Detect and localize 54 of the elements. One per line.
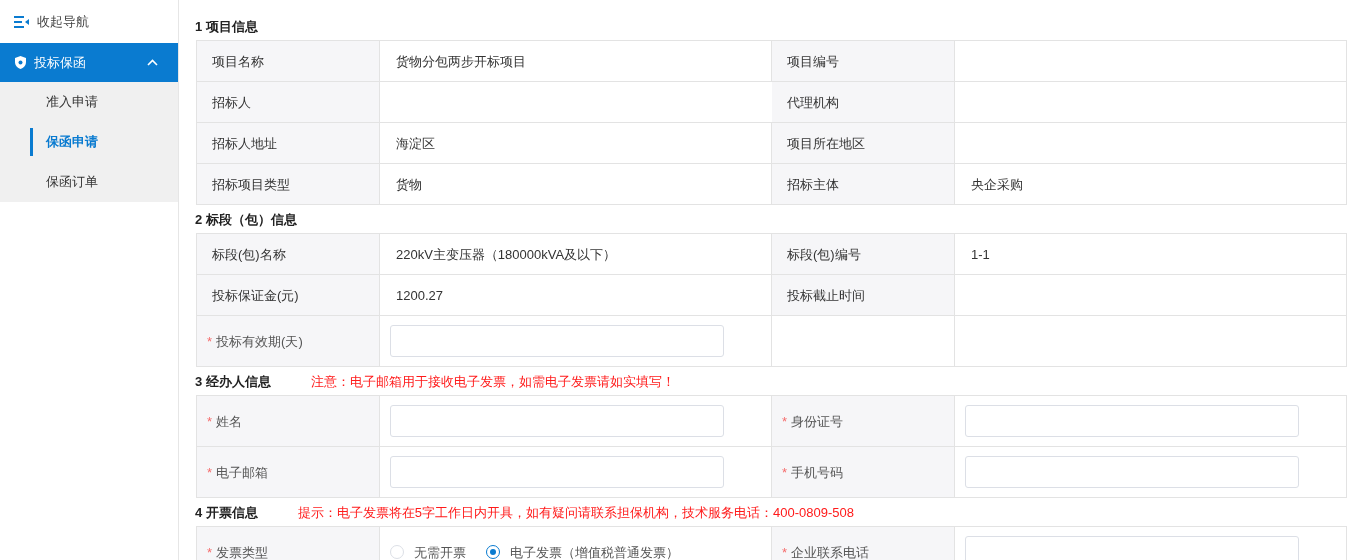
nav-group-header[interactable]: 投标保函 bbox=[0, 43, 178, 82]
field-label: 项目编号 bbox=[786, 53, 839, 69]
section-title: 1 项目信息 bbox=[195, 18, 258, 34]
field-label: 投标有效期(天) bbox=[216, 333, 303, 349]
field-label: 标段(包)编号 bbox=[786, 246, 861, 262]
required-asterisk: * bbox=[207, 544, 213, 560]
field-label: 手机号码 bbox=[791, 464, 844, 480]
collapse-nav-label[interactable]: 收起导航 bbox=[37, 11, 89, 32]
input-field[interactable] bbox=[965, 456, 1299, 488]
required-asterisk: * bbox=[782, 544, 788, 560]
nav-item[interactable]: 保函申请 bbox=[30, 128, 98, 156]
field-value: 货物分包两步开标项目 bbox=[396, 53, 526, 69]
input-field[interactable] bbox=[965, 536, 1299, 560]
field-label: 招标人地址 bbox=[211, 135, 277, 151]
field-label: 招标项目类型 bbox=[211, 176, 290, 192]
notice-text: 注意：电子邮箱用于接收电子发票，如需电子发票请如实填写！ bbox=[310, 373, 675, 389]
field-value: 海淀区 bbox=[396, 135, 435, 151]
field-label: 招标人 bbox=[211, 94, 251, 110]
field-label: 项目所在地区 bbox=[786, 135, 865, 151]
field-value: 220kV主变压器（180000kVA及以下） bbox=[396, 246, 617, 262]
input-field[interactable] bbox=[390, 325, 724, 357]
field-label: 发票类型 bbox=[216, 544, 269, 560]
input-field[interactable] bbox=[390, 456, 724, 488]
section-title: 3 经办人信息 bbox=[195, 373, 271, 389]
field-value: 1200.27 bbox=[396, 287, 443, 303]
required-asterisk: * bbox=[782, 413, 788, 429]
input-field[interactable] bbox=[965, 405, 1299, 437]
field-label: 投标保证金(元) bbox=[211, 287, 299, 303]
radio-option[interactable]: 无需开票 bbox=[390, 544, 466, 560]
required-asterisk: * bbox=[782, 464, 788, 480]
field-label: 项目名称 bbox=[211, 53, 264, 69]
field-label: 企业联系电话 bbox=[791, 544, 870, 560]
field-label: 姓名 bbox=[216, 413, 243, 429]
input-field[interactable] bbox=[390, 405, 724, 437]
required-asterisk: * bbox=[207, 413, 213, 429]
field-label: 标段(包)名称 bbox=[211, 246, 286, 262]
field-value: 货物 bbox=[396, 176, 422, 192]
field-value: 1-1 bbox=[971, 246, 990, 262]
nav-item[interactable]: 保函订单 bbox=[30, 168, 98, 196]
field-label: 电子邮箱 bbox=[216, 464, 269, 480]
field-label: 招标主体 bbox=[786, 176, 839, 192]
field-value: 央企采购 bbox=[971, 176, 1023, 192]
field-label: 投标截止时间 bbox=[786, 287, 865, 303]
required-asterisk: * bbox=[207, 333, 213, 349]
radio-option[interactable]: 电子发票（增值税普通发票） bbox=[486, 544, 679, 560]
notice-text: 提示：电子发票将在5字工作日内开具，如有疑问请联系担保机构，技术服务电话：400-0809-508 bbox=[297, 504, 855, 520]
menu-icon[interactable] bbox=[14, 15, 29, 28]
field-label: 身份证号 bbox=[791, 413, 844, 429]
field-label: 代理机构 bbox=[786, 94, 839, 110]
section-title: 4 开票信息 bbox=[195, 504, 258, 520]
section-title: 2 标段（包）信息 bbox=[195, 211, 297, 227]
required-asterisk: * bbox=[207, 464, 213, 480]
nav-item[interactable]: 准入申请 bbox=[30, 88, 98, 116]
shield-icon bbox=[15, 56, 26, 69]
